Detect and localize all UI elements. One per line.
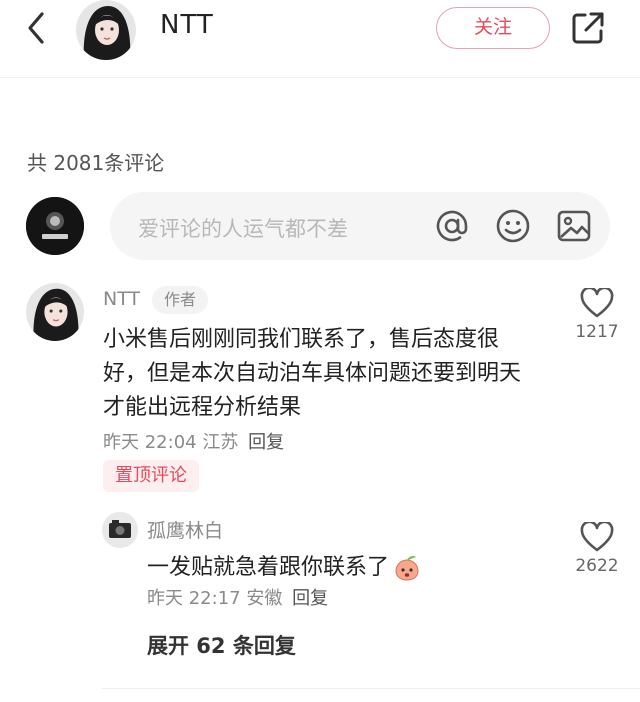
reply-reply-button[interactable]: 回复 xyxy=(292,588,328,609)
comment-location: 江苏 xyxy=(202,432,239,453)
comment-meta: 昨天 22:04 江苏 回复 xyxy=(103,428,284,454)
header-username[interactable]: NTT xyxy=(160,10,214,40)
portrait-image xyxy=(26,283,84,341)
image-icon[interactable] xyxy=(556,208,592,244)
comment-text: 小米售后刚刚同我们联系了，售后态度很好，但是本次自动泊车具体问题还要到明天才能出… xyxy=(103,327,522,420)
my-avatar[interactable] xyxy=(26,197,84,255)
camera-image xyxy=(102,512,138,548)
comment-input-placeholder: 爱评论的人运气都不差 xyxy=(138,217,348,241)
portrait-image xyxy=(76,0,136,60)
reply-time: 昨天 22:17 xyxy=(147,588,241,609)
pinned-badge: 置顶评论 xyxy=(103,460,199,492)
reply-author-avatar[interactable] xyxy=(102,512,138,548)
comment-time: 昨天 22:04 xyxy=(103,432,197,453)
heart-icon[interactable] xyxy=(580,288,614,318)
comment-count: 共 2081条评论 xyxy=(27,151,165,175)
comment-input[interactable]: 爱评论的人运气都不差 xyxy=(110,192,610,260)
reply-text-content: 一发贴就急着跟你联系了 xyxy=(147,555,390,580)
reply-like-count: 2622 xyxy=(575,556,619,576)
top-bar: NTT 关注 xyxy=(0,0,640,78)
reply-like: 2622 xyxy=(572,522,622,576)
reply-meta: 昨天 22:17 安徽 回复 xyxy=(147,584,328,610)
comment-like-count: 1217 xyxy=(575,322,619,342)
expand-replies-button[interactable]: 展开 62 条回复 xyxy=(147,630,296,660)
divider xyxy=(102,688,640,689)
comment-author-name[interactable]: NTT xyxy=(103,288,140,310)
comment-author-avatar[interactable] xyxy=(26,283,84,341)
author-avatar[interactable] xyxy=(76,0,136,60)
dark-badge-image xyxy=(26,197,84,255)
reply-location: 安徽 xyxy=(246,588,283,609)
mention-icon[interactable] xyxy=(434,208,470,244)
emoji-icon[interactable] xyxy=(495,208,531,244)
follow-button[interactable]: 关注 xyxy=(436,7,550,49)
heart-icon[interactable] xyxy=(580,522,614,552)
reply-text: 一发贴就急着跟你联系了 xyxy=(147,549,421,582)
comment-reply-button[interactable]: 回复 xyxy=(248,432,284,453)
author-badge: 作者 xyxy=(152,286,208,314)
share-icon[interactable] xyxy=(570,10,606,46)
back-icon[interactable] xyxy=(22,8,52,48)
comment-like: 1217 xyxy=(572,288,622,342)
peach-face-emoji-icon xyxy=(395,556,419,581)
reply-author-name[interactable]: 孤鹰林白 xyxy=(147,516,223,543)
